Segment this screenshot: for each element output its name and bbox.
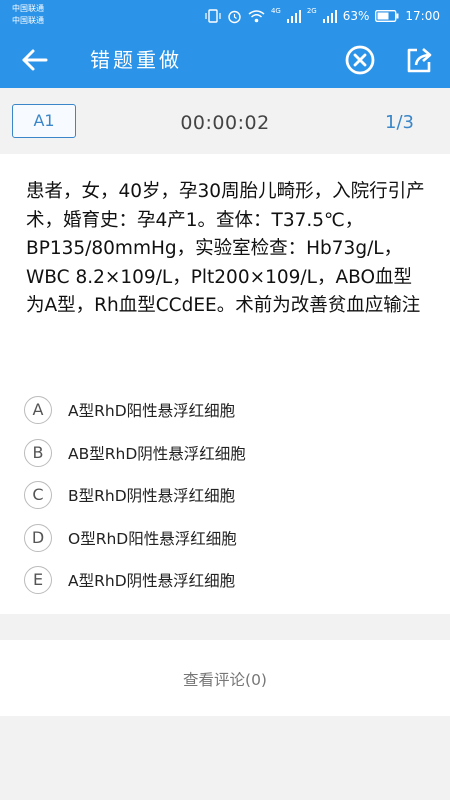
battery-icon	[375, 10, 399, 22]
signal-icon-1	[286, 9, 301, 23]
question-text: 患者，女，40岁，孕30周胎儿畸形，入院行引产术，婚育史：孕4产1。查体：T37…	[26, 181, 425, 316]
battery-percent: 63%	[342, 9, 370, 23]
option-text: O型RhD阳性悬浮红细胞	[68, 529, 237, 548]
option-d[interactable]: D O型RhD阳性悬浮红细胞	[24, 517, 424, 560]
back-button[interactable]	[20, 46, 50, 74]
option-list: A A型RhD阳性悬浮红细胞 B AB型RhD阴性悬浮红细胞 C B型RhD阴性…	[24, 389, 424, 602]
alarm-icon	[228, 10, 241, 23]
question-card: 患者，女，40岁，孕30周胎儿畸形，入院行引产术，婚育史：孕4产1。查体：T37…	[0, 154, 450, 614]
option-b[interactable]: B AB型RhD阴性悬浮红细胞	[24, 432, 424, 475]
vibrate-icon	[205, 9, 221, 23]
clock-time: 17:00	[405, 9, 440, 23]
option-letter: E	[24, 566, 52, 595]
option-text: B型RhD阴性悬浮红细胞	[68, 487, 236, 506]
page-title: 错题重做	[90, 48, 182, 72]
option-a[interactable]: A A型RhD阳性悬浮红细胞	[24, 389, 424, 432]
status-bar: 中国联通 中国联通 4G 2G 63% 17:00	[0, 0, 450, 32]
option-letter: B	[24, 438, 52, 467]
timer: 00:00:02	[180, 112, 270, 134]
comment-bar: 查看评论(0)	[0, 640, 450, 716]
close-button[interactable]	[344, 44, 376, 76]
question-progress: 1/3	[385, 112, 414, 133]
option-c[interactable]: C B型RhD阴性悬浮红细胞	[24, 474, 424, 517]
option-letter: D	[24, 523, 52, 552]
view-comments-button[interactable]: 查看评论(0)	[0, 668, 450, 690]
carrier-label-2: 中国联通	[12, 16, 44, 25]
option-text: AB型RhD阴性悬浮红细胞	[68, 444, 246, 463]
network-type-1: 4G	[270, 7, 281, 15]
option-text: A型RhD阴性悬浮红细胞	[68, 572, 236, 591]
app-bar: 错题重做	[0, 32, 450, 88]
share-icon	[407, 48, 432, 73]
question-info-bar: A1 00:00:02 1/3	[0, 88, 450, 154]
option-e[interactable]: E A型RhD阴性悬浮红细胞	[24, 559, 424, 602]
network-type-2: 2G	[306, 7, 317, 15]
option-letter: C	[24, 481, 52, 510]
wifi-icon	[248, 10, 265, 23]
carrier-label-1: 中国联通	[12, 4, 44, 13]
signal-icon-2	[322, 9, 337, 23]
option-text: A型RhD阳性悬浮红细胞	[68, 402, 236, 421]
close-circle-icon	[345, 45, 375, 75]
back-arrow-icon	[22, 49, 48, 71]
option-letter: A	[24, 396, 52, 425]
status-indicators: 4G 2G 63% 17:00	[205, 6, 440, 26]
share-button[interactable]	[403, 44, 435, 76]
